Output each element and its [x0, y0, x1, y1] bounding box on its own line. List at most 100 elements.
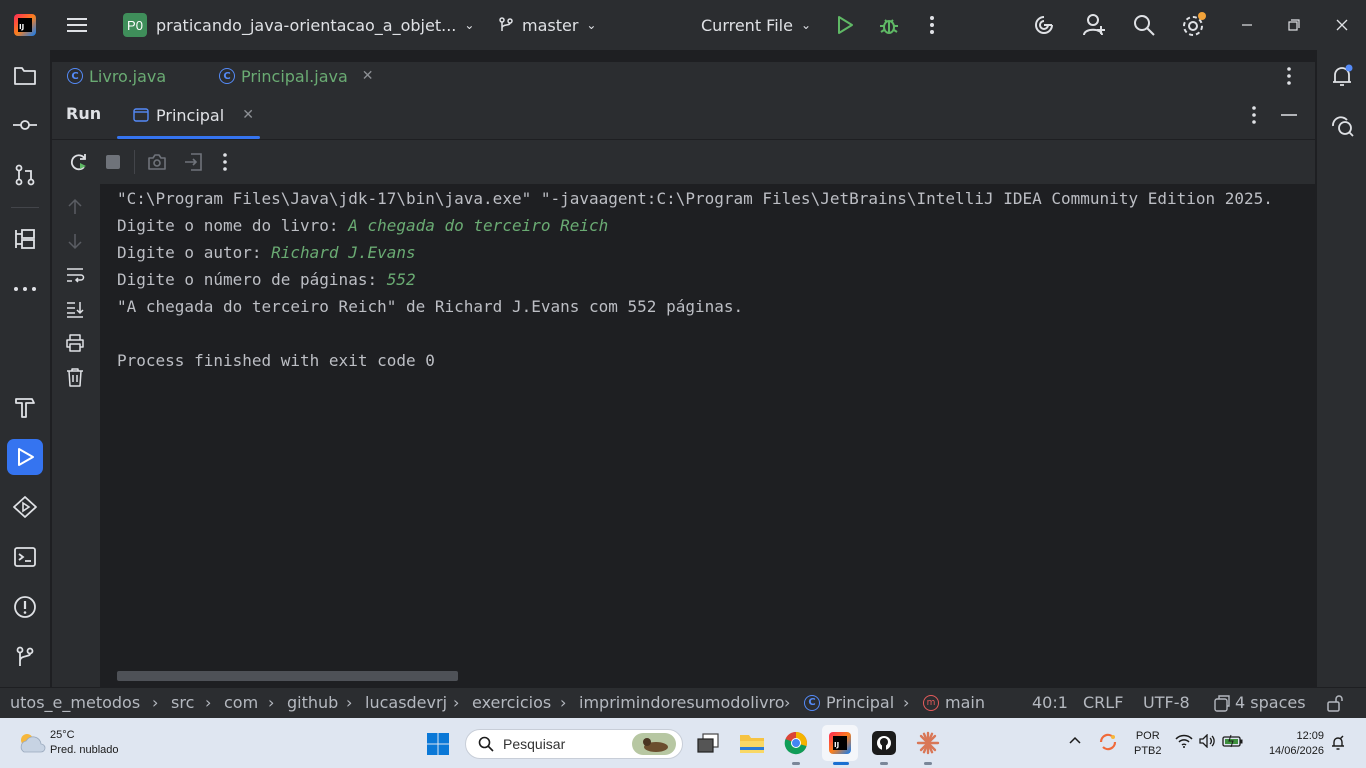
branch-selector[interactable]: master ⌄: [497, 0, 596, 50]
scroll-down-button[interactable]: [66, 232, 84, 254]
ai-chat-button[interactable]: [1324, 108, 1360, 144]
run-tool-button[interactable]: [7, 439, 43, 475]
services-tool-button[interactable]: [7, 489, 43, 525]
add-user-button[interactable]: [1082, 0, 1108, 50]
ai-assistant-button[interactable]: [1032, 0, 1056, 50]
active-tab-indicator: [117, 136, 260, 139]
trash-icon: [67, 368, 83, 387]
screenshot-button[interactable]: [147, 153, 167, 175]
tray-app-button[interactable]: [1097, 731, 1119, 753]
hide-panel-button[interactable]: [1280, 106, 1298, 128]
search-placeholder: Pesquisar: [503, 736, 566, 752]
start-button[interactable]: [426, 732, 450, 756]
run-panel-options-button[interactable]: [1249, 105, 1259, 129]
play-icon: [18, 448, 34, 466]
editor-tabs-more-button[interactable]: [1284, 66, 1294, 90]
settings-button[interactable]: [1181, 0, 1207, 50]
github-desktop-button[interactable]: [870, 730, 898, 756]
soft-wrap-button[interactable]: [65, 266, 85, 288]
horizontal-scrollbar[interactable]: [117, 671, 458, 681]
restore-layout-button[interactable]: [183, 152, 203, 176]
more-tool-windows-button[interactable]: [7, 271, 43, 307]
clock[interactable]: 12:09 14/06/2026: [1258, 729, 1324, 759]
close-icon: [1336, 19, 1348, 31]
commit-tool-button[interactable]: [7, 107, 43, 143]
restore-button[interactable]: [1288, 0, 1300, 50]
battery-charging-icon: [1222, 734, 1243, 748]
minimize-button[interactable]: [1241, 0, 1253, 50]
editor-tab-label: Principal.java: [241, 66, 348, 86]
breadcrumb-item-method[interactable]: m main: [923, 693, 985, 712]
intellij-taskbar-button[interactable]: IJ: [822, 725, 858, 761]
file-encoding[interactable]: UTF-8: [1143, 693, 1190, 712]
main-menu-button[interactable]: [66, 0, 88, 50]
line-separator[interactable]: CRLF: [1083, 693, 1123, 712]
search-everywhere-button[interactable]: [1132, 0, 1156, 50]
add-user-icon: [1083, 14, 1105, 36]
breadcrumb-separator: ›: [560, 693, 567, 712]
active-indicator: [833, 762, 849, 765]
close-tab-icon[interactable]: ✕: [362, 68, 374, 84]
caret-position[interactable]: 40:1: [1032, 693, 1068, 712]
editor-tab-livro[interactable]: C Livro.java: [67, 62, 166, 90]
editor-tab-label: Livro.java: [89, 66, 167, 86]
notifications-button[interactable]: [1324, 58, 1360, 94]
unlock-icon: [1327, 695, 1343, 712]
read-only-toggle[interactable]: [1326, 694, 1344, 712]
app-logo[interactable]: IJ: [14, 0, 36, 50]
run-panel-title: Run: [66, 104, 102, 123]
java-class-icon: C: [67, 68, 83, 84]
rerun-button[interactable]: [69, 152, 89, 176]
debug-button[interactable]: [878, 0, 900, 50]
project-tool-button[interactable]: [7, 58, 43, 94]
run-tab-principal[interactable]: Principal ✕: [118, 90, 260, 140]
problems-tool-button[interactable]: [7, 589, 43, 625]
volume-status[interactable]: [1199, 734, 1217, 748]
print-button[interactable]: [65, 333, 85, 357]
battery-status[interactable]: [1222, 734, 1244, 748]
breadcrumb-item[interactable]: imprimindoresumodolivro: [579, 693, 785, 712]
run-config-selector[interactable]: Current File ⌄: [701, 0, 811, 50]
file-explorer-button[interactable]: [738, 730, 766, 756]
scroll-to-end-button[interactable]: [65, 300, 85, 322]
printer-icon: [66, 334, 84, 352]
task-view-icon: [697, 733, 719, 753]
input-language[interactable]: POR PTB2: [1134, 729, 1162, 759]
breadcrumb-item[interactable]: lucasdevrj: [365, 693, 447, 712]
console-output[interactable]: "C:\Program Files\Java\jdk-17\bin\java.e…: [100, 184, 1315, 687]
breadcrumb-item[interactable]: exercicios: [472, 693, 551, 712]
breadcrumb-separator: ›: [205, 693, 212, 712]
close-tab-icon[interactable]: ✕: [242, 107, 254, 123]
run-more-button[interactable]: [220, 152, 230, 176]
breadcrumb-item[interactable]: com: [224, 693, 258, 712]
task-view-button[interactable]: [695, 730, 721, 756]
editor-tab-principal[interactable]: C Principal.java ✕: [219, 62, 374, 90]
weather-widget[interactable]: [16, 730, 46, 756]
wifi-status[interactable]: [1175, 734, 1193, 748]
stop-button[interactable]: [105, 154, 121, 174]
pull-requests-tool-button[interactable]: [7, 157, 43, 193]
run-button[interactable]: [835, 0, 855, 50]
weather-text[interactable]: 25°C Pred. nublado: [50, 728, 119, 758]
more-actions-button[interactable]: [927, 0, 937, 50]
breadcrumb-item[interactable]: github: [287, 693, 338, 712]
clear-all-button[interactable]: [66, 367, 84, 391]
hamburger-menu-icon: [67, 18, 87, 32]
breadcrumb-item-class[interactable]: C Principal: [804, 693, 894, 712]
git-tool-button[interactable]: [7, 639, 43, 675]
indent-settings[interactable]: 4 spaces: [1213, 693, 1306, 712]
notification-center-button[interactable]: [1331, 735, 1345, 751]
scroll-up-button[interactable]: [66, 198, 84, 220]
arrow-up-icon: [68, 198, 82, 214]
taskbar-search-box[interactable]: Pesquisar: [465, 729, 683, 759]
project-selector[interactable]: P0 praticando_java-orientacao_a_objet...…: [123, 0, 474, 50]
chrome-button[interactable]: [782, 730, 810, 756]
structure-tool-button[interactable]: [7, 221, 43, 257]
show-hidden-icons-button[interactable]: [1068, 735, 1082, 745]
breadcrumb-item[interactable]: utos_e_metodos: [10, 693, 140, 712]
close-window-button[interactable]: [1336, 0, 1348, 50]
claude-button[interactable]: [914, 730, 942, 756]
build-tool-button[interactable]: [7, 389, 43, 425]
breadcrumb-item[interactable]: src: [171, 693, 194, 712]
terminal-tool-button[interactable]: [7, 539, 43, 575]
